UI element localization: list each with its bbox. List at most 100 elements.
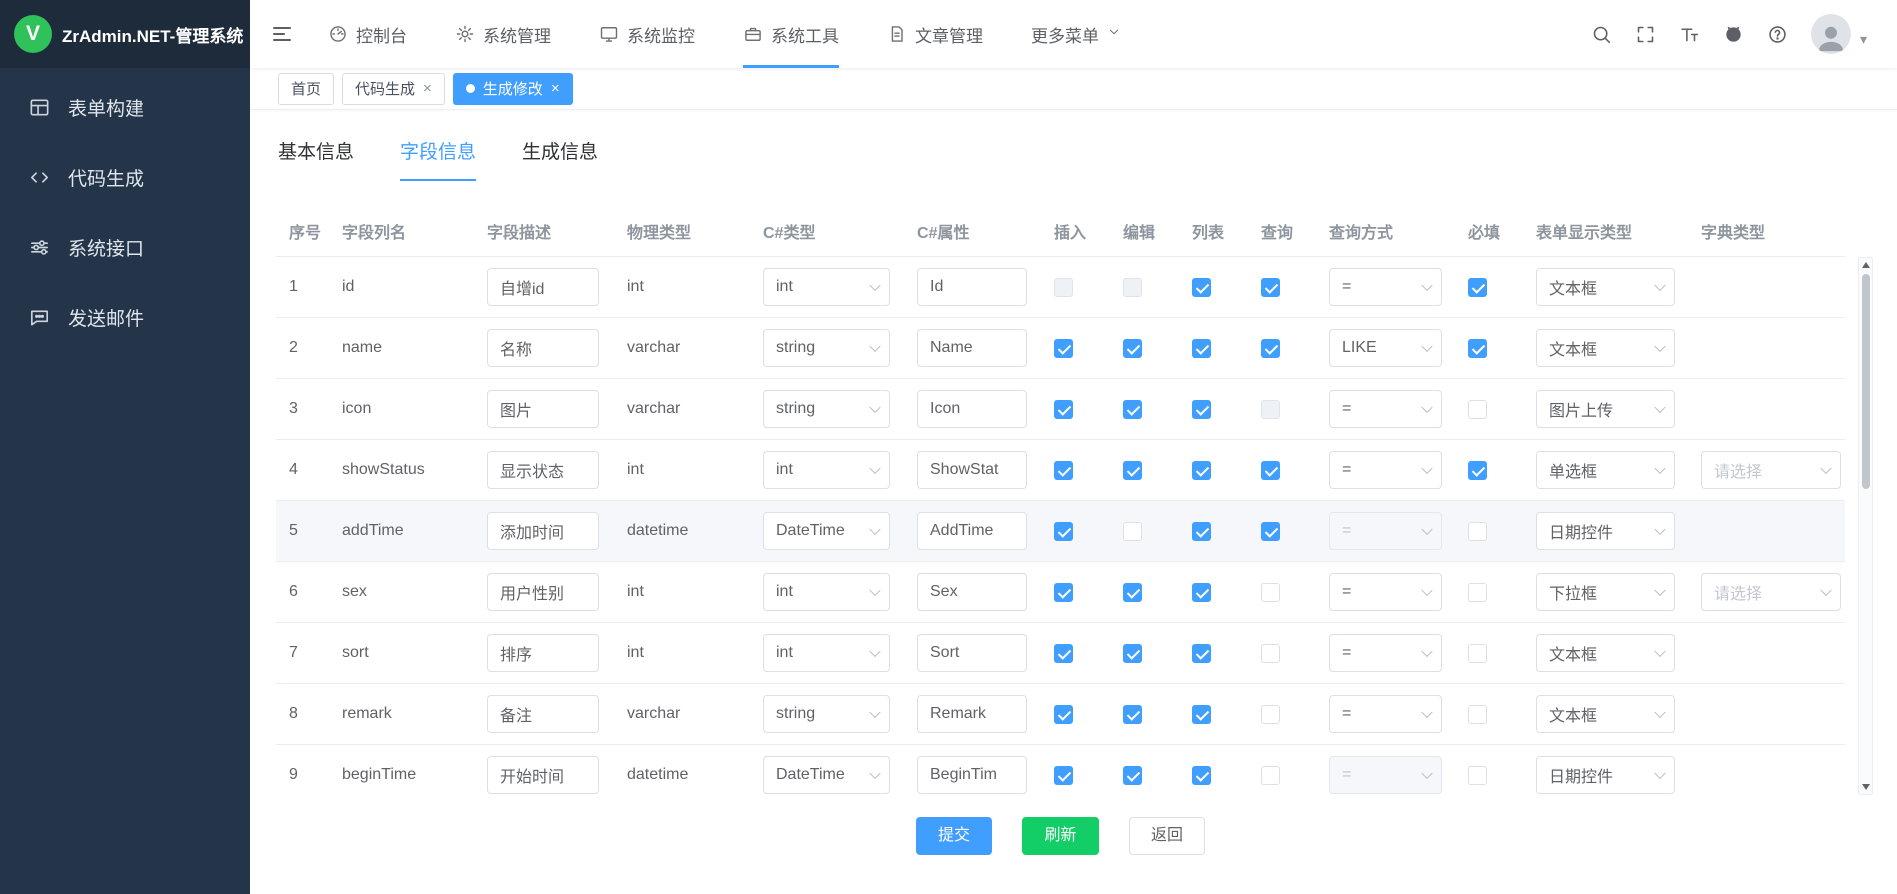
description-input[interactable]: 用户性别 xyxy=(487,573,599,611)
display_type-select[interactable]: 文本框 xyxy=(1536,695,1675,733)
question-icon[interactable] xyxy=(1767,24,1788,45)
tab-gen-info[interactable]: 生成信息 xyxy=(522,142,598,181)
query_method-select[interactable]: = xyxy=(1329,512,1442,550)
search-icon[interactable] xyxy=(1591,24,1612,45)
csharp_type-select[interactable]: int xyxy=(763,268,890,306)
query_method-select[interactable]: = xyxy=(1329,756,1442,794)
description-input[interactable]: 显示状态 xyxy=(487,451,599,489)
sidebar-item-send-mail[interactable]: 发送邮件 xyxy=(0,282,250,352)
list-checkbox[interactable] xyxy=(1192,644,1211,663)
nav-item-sys-monitor[interactable]: 系统监控 xyxy=(599,0,695,68)
tab-field-info[interactable]: 字段信息 xyxy=(400,142,476,181)
query-checkbox[interactable] xyxy=(1261,644,1280,663)
list-checkbox[interactable] xyxy=(1192,583,1211,602)
query-checkbox[interactable] xyxy=(1261,339,1280,358)
csharp_prop-input[interactable]: Name xyxy=(917,329,1027,367)
edit-checkbox[interactable] xyxy=(1123,339,1142,358)
insert-checkbox[interactable] xyxy=(1054,705,1073,724)
required-checkbox[interactable] xyxy=(1468,766,1487,785)
dict_type-select[interactable]: 请选择 xyxy=(1701,573,1841,611)
required-checkbox[interactable] xyxy=(1468,400,1487,419)
csharp_type-select[interactable]: int xyxy=(763,573,890,611)
csharp_type-select[interactable]: string xyxy=(763,390,890,428)
required-checkbox[interactable] xyxy=(1468,339,1487,358)
sidebar-item-sys-api[interactable]: 系统接口 xyxy=(0,212,250,282)
nav-item-sys-tools[interactable]: 系统工具 xyxy=(743,0,839,68)
nav-item-more-menu[interactable]: 更多菜单 xyxy=(1031,0,1121,68)
query-checkbox[interactable] xyxy=(1261,705,1280,724)
insert-checkbox[interactable] xyxy=(1054,766,1073,785)
edit-checkbox[interactable] xyxy=(1123,522,1142,541)
display_type-select[interactable]: 日期控件 xyxy=(1536,512,1675,550)
csharp_type-select[interactable]: int xyxy=(763,634,890,672)
csharp_type-select[interactable]: string xyxy=(763,329,890,367)
description-input[interactable]: 自增id xyxy=(487,268,599,306)
display_type-select[interactable]: 文本框 xyxy=(1536,634,1675,672)
edit-checkbox[interactable] xyxy=(1123,705,1142,724)
list-checkbox[interactable] xyxy=(1192,461,1211,480)
csharp_type-select[interactable]: DateTime xyxy=(763,756,890,794)
avatar-caret-icon[interactable]: ▾ xyxy=(1860,31,1867,48)
csharp_prop-input[interactable]: BeginTim xyxy=(917,756,1027,794)
description-input[interactable]: 添加时间 xyxy=(487,512,599,550)
scroll-up-arrow-icon[interactable] xyxy=(1862,262,1870,268)
query_method-select[interactable]: = xyxy=(1329,573,1442,611)
display_type-select[interactable]: 单选框 xyxy=(1536,451,1675,489)
query_method-select[interactable]: = xyxy=(1329,634,1442,672)
list-checkbox[interactable] xyxy=(1192,705,1211,724)
submit-button[interactable]: 提交 xyxy=(916,817,992,855)
nav-item-sys-manage[interactable]: 系统管理 xyxy=(455,0,551,68)
insert-checkbox[interactable] xyxy=(1054,644,1073,663)
csharp_prop-input[interactable]: Sex xyxy=(917,573,1027,611)
edit-checkbox[interactable] xyxy=(1123,461,1142,480)
required-checkbox[interactable] xyxy=(1468,644,1487,663)
csharp_prop-input[interactable]: AddTime xyxy=(917,512,1027,550)
insert-checkbox[interactable] xyxy=(1054,522,1073,541)
nav-item-console[interactable]: 控制台 xyxy=(328,0,407,68)
edit-checkbox[interactable] xyxy=(1123,278,1142,297)
sidebar-item-form-build[interactable]: 表单构建 xyxy=(0,72,250,142)
list-checkbox[interactable] xyxy=(1192,339,1211,358)
edit-checkbox[interactable] xyxy=(1123,583,1142,602)
nav-item-article[interactable]: 文章管理 xyxy=(887,0,983,68)
refresh-button[interactable]: 刷新 xyxy=(1022,817,1098,855)
csharp_type-select[interactable]: int xyxy=(763,451,890,489)
display_type-select[interactable]: 图片上传 xyxy=(1536,390,1675,428)
scroll-down-arrow-icon[interactable] xyxy=(1862,784,1870,790)
tab-basic-info[interactable]: 基本信息 xyxy=(278,142,354,181)
required-checkbox[interactable] xyxy=(1468,705,1487,724)
csharp_prop-input[interactable]: ShowStat xyxy=(917,451,1027,489)
csharp_type-select[interactable]: DateTime xyxy=(763,512,890,550)
fullscreen-icon[interactable] xyxy=(1635,24,1656,45)
display_type-select[interactable]: 日期控件 xyxy=(1536,756,1675,794)
required-checkbox[interactable] xyxy=(1468,461,1487,480)
back-button[interactable]: 返回 xyxy=(1129,817,1205,855)
insert-checkbox[interactable] xyxy=(1054,461,1073,480)
list-checkbox[interactable] xyxy=(1192,278,1211,297)
avatar[interactable] xyxy=(1811,14,1851,54)
required-checkbox[interactable] xyxy=(1468,522,1487,541)
query_method-select[interactable]: LIKE xyxy=(1329,329,1442,367)
list-checkbox[interactable] xyxy=(1192,766,1211,785)
font-size-icon[interactable] xyxy=(1679,24,1700,45)
description-input[interactable]: 图片 xyxy=(487,390,599,428)
required-checkbox[interactable] xyxy=(1468,583,1487,602)
query-checkbox[interactable] xyxy=(1261,400,1280,419)
display_type-select[interactable]: 文本框 xyxy=(1536,329,1675,367)
query-checkbox[interactable] xyxy=(1261,583,1280,602)
list-checkbox[interactable] xyxy=(1192,400,1211,419)
description-input[interactable]: 备注 xyxy=(487,695,599,733)
query_method-select[interactable]: = xyxy=(1329,451,1442,489)
display_type-select[interactable]: 文本框 xyxy=(1536,268,1675,306)
scrollbar-thumb[interactable] xyxy=(1862,274,1870,489)
close-icon[interactable]: × xyxy=(551,80,560,97)
sidebar-item-code-gen[interactable]: 代码生成 xyxy=(0,142,250,212)
csharp_prop-input[interactable]: Sort xyxy=(917,634,1027,672)
csharp_prop-input[interactable]: Icon xyxy=(917,390,1027,428)
insert-checkbox[interactable] xyxy=(1054,339,1073,358)
tag-gen-edit[interactable]: 生成修改 × xyxy=(453,73,573,105)
description-input[interactable]: 名称 xyxy=(487,329,599,367)
query-checkbox[interactable] xyxy=(1261,522,1280,541)
query_method-select[interactable]: = xyxy=(1329,695,1442,733)
insert-checkbox[interactable] xyxy=(1054,583,1073,602)
